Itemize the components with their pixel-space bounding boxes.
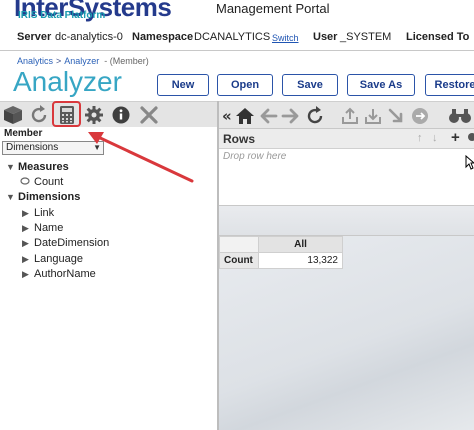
move-up-icon[interactable]: ↑ [417, 132, 423, 144]
licensed-label: Licensed To [406, 31, 470, 43]
tree-item-language[interactable]: ▶ Language [22, 252, 83, 267]
breadcrumb-analytics[interactable]: Analytics [17, 56, 53, 66]
collapsed-arrow-icon: ▶ [22, 223, 29, 233]
tree-item-datedimension[interactable]: ▶ DateDimension [22, 236, 109, 251]
export-icon[interactable] [339, 105, 361, 127]
add-icon[interactable]: + [451, 129, 460, 146]
tree-item-label: Language [34, 253, 83, 265]
user-value: _SYSTEM [340, 31, 392, 43]
namespace-value: DCANALYTICS [194, 31, 271, 43]
tree-item-authorname[interactable]: ▶ AuthorName [22, 267, 96, 282]
new-button[interactable]: New [157, 74, 209, 96]
download-icon[interactable] [385, 105, 407, 127]
tree-item-name[interactable]: ▶ Name [22, 221, 63, 236]
tree-node-label: Dimensions [18, 191, 81, 203]
svg-text:«: « [222, 107, 232, 125]
dimensions-select-value: Dimensions [6, 142, 59, 153]
breadcrumb: Analytics > Analyzer - (Member) [17, 56, 149, 66]
rows-label: Rows [223, 132, 256, 146]
tree-item-count[interactable]: Count [20, 175, 63, 190]
dimensions-select[interactable]: Dimensions ▼ [2, 141, 104, 155]
pivot-row-header[interactable]: Count [219, 252, 259, 269]
close-icon[interactable] [138, 104, 160, 126]
import-icon[interactable] [362, 105, 384, 127]
calculator-highlight-box [52, 101, 81, 127]
left-toolbar [0, 101, 218, 127]
move-down-icon[interactable]: ↓ [432, 132, 438, 144]
collapse-icon[interactable]: « [221, 105, 235, 127]
user-label: User [313, 31, 338, 43]
mouse-cursor-icon [465, 154, 474, 175]
pivot-area: All Count 13,322 [219, 236, 474, 430]
collapsed-arrow-icon: ▶ [22, 208, 29, 218]
tree-node-dimensions[interactable]: ▼ Dimensions [6, 190, 80, 205]
binoculars-icon[interactable] [447, 105, 473, 127]
chevron-down-icon: ▼ [93, 143, 101, 152]
header-divider [0, 50, 474, 51]
breadcrumb-analyzer[interactable]: Analyzer [64, 56, 99, 66]
rows-drop-zone[interactable]: Drop row here [219, 149, 474, 206]
breadcrumb-separator: > [56, 56, 62, 66]
open-button[interactable]: Open [217, 74, 273, 96]
server-label: Server [17, 31, 52, 43]
measure-icon [20, 175, 34, 190]
expanded-arrow-icon: ▼ [6, 192, 15, 202]
tree-item-label: Count [34, 176, 64, 188]
rows-header: Rows ↑ ↓ + [219, 129, 474, 149]
refresh-icon[interactable] [28, 104, 50, 126]
options-icon[interactable] [468, 133, 474, 141]
home-icon[interactable] [234, 105, 256, 127]
back-icon[interactable] [257, 105, 279, 127]
forward-icon[interactable] [280, 105, 302, 127]
tree-item-link[interactable]: ▶ Link [22, 206, 54, 221]
toggle-icon[interactable] [409, 105, 431, 127]
server-value: dc-analytics-0 [55, 31, 123, 43]
save-button[interactable]: Save [282, 74, 338, 96]
collapsed-arrow-icon: ▶ [22, 254, 29, 264]
tree-node-measures[interactable]: ▼ Measures [6, 160, 69, 175]
pivot-cell[interactable]: 13,322 [258, 252, 343, 269]
page-title: Analyzer [13, 66, 122, 97]
namespace-label: Namespace [132, 31, 194, 43]
columns-drop-zone[interactable] [219, 206, 474, 236]
cube-icon[interactable] [2, 104, 24, 126]
tree-item-label: Name [34, 222, 64, 234]
expanded-arrow-icon: ▼ [6, 162, 15, 172]
tree-item-label: Link [34, 207, 55, 219]
portal-title: Management Portal [216, 1, 330, 16]
collapsed-arrow-icon: ▶ [22, 269, 29, 279]
refresh-icon[interactable] [304, 105, 326, 127]
pivot-corner [219, 236, 259, 253]
save-as-button[interactable]: Save As [347, 74, 415, 96]
analyzer-page: InterSystems IRIS Data Platform Manageme… [0, 0, 474, 430]
restore-button[interactable]: Restore [425, 74, 474, 96]
gear-icon[interactable] [83, 104, 105, 126]
pivot-table: All Count 13,322 [219, 236, 343, 269]
collapsed-arrow-icon: ▶ [22, 238, 29, 248]
pivot-toolbar: « [219, 101, 474, 129]
tree-item-label: DateDimension [34, 237, 110, 249]
pivot-column-header[interactable]: All [258, 236, 343, 253]
drop-hint: Drop row here [223, 151, 287, 162]
info-bar: Server dc-analytics-0 Namespace DCANALYT… [0, 31, 474, 47]
tree-node-label: Measures [18, 161, 69, 173]
logo-sub: IRIS Data Platform [18, 10, 106, 21]
breadcrumb-member: - (Member) [104, 56, 149, 66]
switch-link[interactable]: Switch [272, 33, 299, 43]
info-icon[interactable] [110, 104, 132, 126]
member-label: Member [4, 128, 43, 139]
tree-item-label: AuthorName [34, 268, 96, 280]
